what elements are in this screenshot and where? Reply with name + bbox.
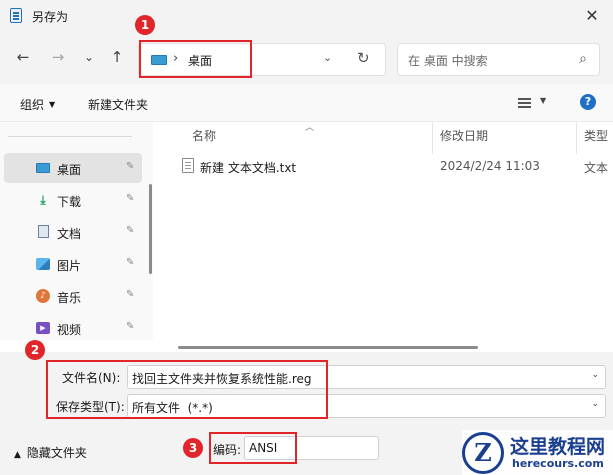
close-button[interactable]: ✕: [579, 4, 605, 28]
column-separator[interactable]: [432, 122, 433, 154]
file-name: 新建 文本文档.txt: [200, 161, 297, 175]
search-input[interactable]: 在 桌面 中搜索: [408, 52, 488, 69]
new-folder-button[interactable]: 新建文件夹: [88, 96, 148, 113]
hide-folders-button[interactable]: ▲ 隐藏文件夹: [14, 444, 87, 461]
navigation-pane: 桌面 ✎ ⤓ 下载 ✎ 文档 ✎ 图片 ✎ ♪ 音乐 ✎ ▶ 视频 ✎: [0, 122, 153, 340]
view-options-icon[interactable]: [518, 98, 531, 108]
column-separator[interactable]: [576, 122, 577, 154]
back-button[interactable]: ←: [12, 46, 34, 68]
annotation-box-address: [139, 40, 252, 78]
notepad-icon: [10, 8, 22, 23]
annotation-box-encoding: [209, 432, 297, 464]
annotation-badge-3: 3: [183, 438, 203, 458]
download-icon: ⤓: [40, 193, 46, 207]
pin-icon: ✎: [126, 225, 135, 236]
caret-down-icon[interactable]: ▼: [540, 96, 546, 105]
help-icon[interactable]: ?: [580, 94, 596, 110]
search-box[interactable]: 在 桌面 中搜索 ⌕: [397, 43, 600, 76]
document-icon: [36, 225, 50, 239]
sort-ascending-icon: ︿: [305, 123, 315, 133]
file-row[interactable]: 新建 文本文档.txt 2024/2/24 11:03 文本: [178, 154, 613, 180]
caret-down-icon: ▼: [49, 100, 56, 109]
sidebar-item-documents[interactable]: 文档 ✎: [4, 217, 142, 247]
column-header-name[interactable]: 名称: [192, 127, 216, 144]
recent-locations-button[interactable]: ⌄: [78, 46, 100, 68]
up-button[interactable]: ↑: [106, 46, 128, 68]
chevron-up-icon: ▲: [14, 450, 21, 460]
watermark-logo: Z: [462, 432, 504, 474]
divider: [8, 136, 132, 137]
file-type: 文本: [584, 161, 609, 175]
sidebar-item-label: 音乐: [57, 291, 82, 305]
file-list: ︿ 名称 修改日期 类型 新建 文本文档.txt 2024/2/24 11:03…: [160, 122, 613, 340]
chevron-down-icon[interactable]: ⌄: [591, 399, 599, 409]
organize-menu[interactable]: 组织 ▼: [20, 96, 55, 113]
annotation-box-form: [46, 360, 328, 419]
sidebar-item-label: 图片: [57, 259, 82, 273]
refresh-icon[interactable]: ↻: [357, 49, 370, 67]
sidebar-item-label: 文档: [57, 227, 82, 241]
watermark-url: herecours.com: [512, 457, 604, 470]
pin-icon: ✎: [126, 193, 135, 204]
chevron-down-icon[interactable]: ⌄: [591, 370, 599, 380]
annotation-badge-2: 2: [25, 340, 45, 360]
chevron-down-icon[interactable]: ⌄: [323, 51, 332, 64]
pin-icon: ✎: [126, 289, 135, 300]
sidebar-scrollbar[interactable]: [149, 184, 152, 274]
annotation-badge-1: 1: [135, 15, 155, 35]
horizontal-scrollbar[interactable]: [178, 346, 478, 349]
column-header-type[interactable]: 类型: [584, 127, 608, 144]
sidebar-item-desktop[interactable]: 桌面 ✎: [4, 153, 142, 183]
sidebar-item-pictures[interactable]: 图片 ✎: [4, 249, 142, 279]
organize-label: 组织: [20, 98, 45, 112]
sidebar-item-music[interactable]: ♪ 音乐 ✎: [4, 281, 142, 311]
hide-folders-label: 隐藏文件夹: [26, 446, 87, 460]
title-bar: 另存为 ✕: [0, 0, 613, 32]
command-bar: 组织 ▼ 新建文件夹 ▼ ?: [0, 84, 613, 122]
watermark: Z 这里教程网 herecours.com: [462, 430, 613, 475]
pin-icon: ✎: [126, 161, 135, 172]
sidebar-item-videos[interactable]: ▶ 视频 ✎: [4, 313, 142, 343]
window-title: 另存为: [32, 10, 69, 24]
music-icon: ♪: [36, 289, 50, 303]
text-file-icon: [182, 158, 194, 173]
file-modified: 2024/2/24 11:03: [440, 159, 540, 173]
pin-icon: ✎: [126, 321, 135, 332]
video-icon: ▶: [36, 321, 50, 335]
sidebar-item-downloads[interactable]: ⤓ 下载 ✎: [4, 185, 142, 215]
column-header-modified[interactable]: 修改日期: [440, 127, 488, 144]
picture-icon: [36, 257, 50, 271]
watermark-site-name: 这里教程网: [510, 436, 606, 458]
sidebar-item-label: 下载: [57, 195, 82, 209]
sidebar-item-label: 桌面: [57, 163, 82, 177]
sidebar-item-label: 视频: [57, 323, 82, 337]
search-icon[interactable]: ⌕: [579, 51, 587, 67]
pin-icon: ✎: [126, 257, 135, 268]
desktop-icon: [36, 161, 50, 175]
forward-button[interactable]: →: [47, 46, 69, 68]
